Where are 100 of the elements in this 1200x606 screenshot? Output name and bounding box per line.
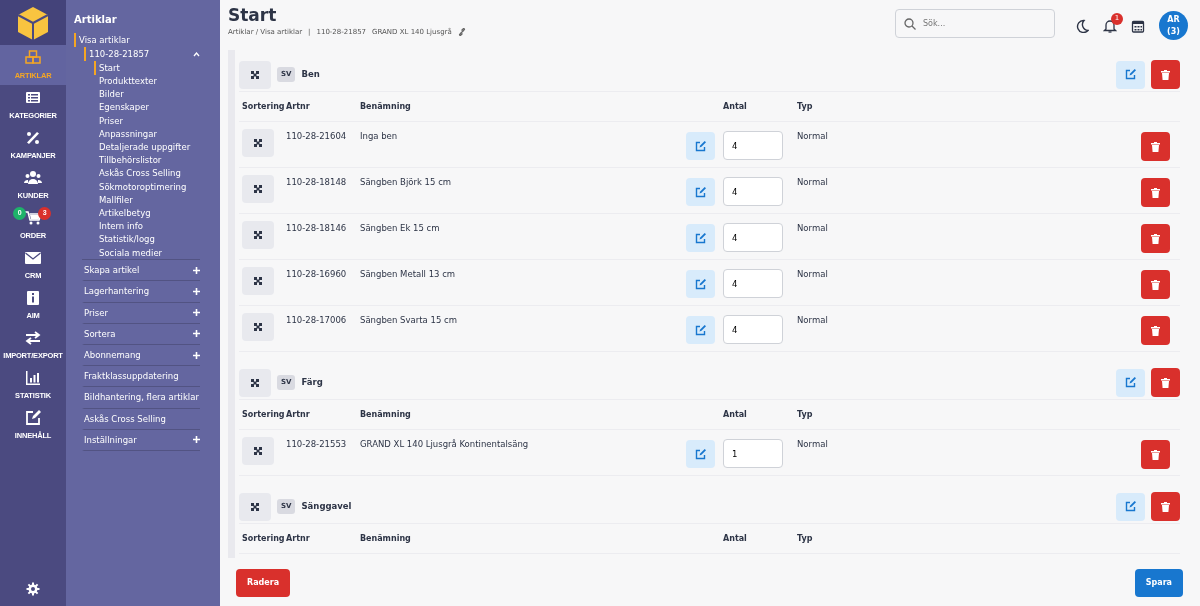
- delete-button[interactable]: [1141, 270, 1170, 299]
- edit-icon: [695, 232, 706, 244]
- submenu-item[interactable]: Tillbehörslistor: [94, 153, 200, 167]
- table-cell: Sängben Svarta 15 cm: [360, 315, 457, 325]
- submenu-item[interactable]: Askås Cross Selling: [94, 166, 200, 181]
- move-icon: [254, 231, 262, 239]
- column-header: Sortering: [242, 533, 285, 543]
- edit-icon: [695, 278, 706, 290]
- drag-button[interactable]: [239, 60, 271, 89]
- calendar-icon[interactable]: [1131, 18, 1145, 33]
- submenu-item[interactable]: Statistik/logg: [94, 232, 200, 246]
- submenu-item[interactable]: Priser: [94, 114, 200, 128]
- edit-button[interactable]: [686, 270, 715, 298]
- submenu-item[interactable]: Anpassningar: [94, 127, 200, 141]
- column-header: Artnr: [286, 409, 310, 419]
- column-header: Antal: [723, 101, 747, 111]
- submenu-item[interactable]: 110-28-21857: [84, 47, 200, 62]
- submenu-item[interactable]: Inställningar: [82, 429, 200, 451]
- submenu-item[interactable]: Bildhantering, flera artiklar: [82, 387, 200, 409]
- column-header: Antal: [723, 409, 747, 419]
- column-header: Artnr: [286, 533, 310, 543]
- submenu-item[interactable]: Egenskaper: [94, 100, 200, 115]
- submenu-item[interactable]: Detaljerade uppgifter: [94, 140, 200, 154]
- delete-button[interactable]: [1141, 316, 1170, 345]
- group-name: Sänggavel: [301, 500, 352, 513]
- move-icon: [254, 323, 262, 331]
- column-header: Benämning: [360, 101, 411, 111]
- submenu-item[interactable]: Fraktklassuppdatering: [82, 366, 200, 388]
- settings-icon[interactable]: [26, 582, 40, 596]
- drag-button[interactable]: [242, 129, 274, 157]
- submenu-item[interactable]: Sortera: [82, 323, 200, 345]
- submenu-item[interactable]: Visa artiklar: [74, 33, 200, 48]
- delete-button[interactable]: [1151, 492, 1180, 521]
- drag-button[interactable]: [239, 492, 271, 521]
- edit-button[interactable]: [1116, 492, 1145, 521]
- submenu-item[interactable]: Sökmotoroptimering: [94, 180, 200, 194]
- column-header: Antal: [723, 533, 747, 543]
- delete-button[interactable]: [1141, 440, 1170, 469]
- submenu-item[interactable]: Artikelbetyg: [94, 206, 200, 220]
- table-cell: 110-28-18146: [286, 223, 347, 233]
- moon-icon[interactable]: [1075, 18, 1089, 33]
- edit-icon: [24, 408, 42, 427]
- edit-button[interactable]: [686, 224, 715, 252]
- link-icon[interactable]: [457, 27, 466, 36]
- submenu-item[interactable]: Lagerhantering: [82, 281, 200, 303]
- submenu-item[interactable]: Abonnemang: [82, 344, 200, 367]
- quantity-field[interactable]: 4: [723, 223, 783, 252]
- edit-button[interactable]: [686, 316, 715, 344]
- drag-button[interactable]: [242, 221, 274, 249]
- drag-button[interactable]: [242, 313, 274, 341]
- table-cell: 110-28-21604: [286, 131, 347, 141]
- drag-button[interactable]: [242, 175, 274, 203]
- trash-icon: [1151, 187, 1160, 198]
- edit-button[interactable]: [1116, 60, 1145, 89]
- drag-button[interactable]: [242, 437, 274, 465]
- delete-button[interactable]: [1151, 60, 1180, 89]
- plus-icon: [193, 287, 200, 295]
- submenu-item[interactable]: Start: [94, 61, 200, 75]
- table-cell: 110-28-21553: [286, 439, 347, 449]
- delete-button[interactable]: [1151, 368, 1180, 397]
- move-icon: [254, 447, 262, 455]
- submenu-item[interactable]: Intern info: [94, 219, 200, 233]
- edit-button[interactable]: [686, 440, 715, 468]
- delete-button[interactable]: Radera: [236, 569, 291, 597]
- delete-button[interactable]: [1141, 132, 1170, 161]
- edit-button[interactable]: [686, 132, 715, 160]
- drag-button[interactable]: [239, 368, 271, 397]
- quantity-field[interactable]: 4: [723, 315, 783, 344]
- column-header: Sortering: [242, 409, 285, 419]
- submenu-item[interactable]: Produkttexter: [94, 74, 200, 88]
- quantity-field[interactable]: 4: [723, 269, 783, 298]
- trash-icon: [1151, 141, 1160, 152]
- submenu-item[interactable]: Askås Cross Selling: [82, 408, 200, 430]
- edit-button[interactable]: [686, 178, 715, 206]
- edit-icon: [695, 448, 706, 460]
- submenu-item[interactable]: Mallfiler: [94, 193, 200, 207]
- edit-button[interactable]: [1116, 368, 1145, 397]
- table-cell-text: Normal: [797, 130, 828, 143]
- search-field[interactable]: Sök...: [895, 9, 1055, 38]
- column-header: Artnr: [286, 101, 310, 111]
- submenu-item[interactable]: Priser: [82, 302, 200, 324]
- trash-icon: [1161, 377, 1170, 388]
- user-avatar[interactable]: AR (3): [1159, 11, 1188, 40]
- column-header: Benämning: [360, 533, 411, 543]
- delete-button[interactable]: [1141, 224, 1170, 253]
- submenu-item[interactable]: Skapa artikel: [82, 260, 200, 282]
- save-button[interactable]: Spara: [1134, 569, 1183, 597]
- submenu-item[interactable]: Bilder: [94, 87, 200, 101]
- boxes-icon: [24, 48, 42, 67]
- edit-icon: [695, 186, 706, 198]
- table-cell: 110-28-16960: [286, 269, 347, 279]
- quantity-field[interactable]: 4: [723, 177, 783, 206]
- move-icon: [251, 502, 259, 511]
- bell-icon[interactable]: [1103, 18, 1117, 33]
- quantity-field[interactable]: 1: [723, 439, 783, 468]
- drag-button[interactable]: [242, 267, 274, 295]
- submenu-item[interactable]: Sociala medier: [94, 246, 200, 260]
- delete-button[interactable]: [1141, 178, 1170, 207]
- quantity-field[interactable]: 4: [723, 131, 783, 160]
- table-cell-text: Normal: [797, 438, 828, 451]
